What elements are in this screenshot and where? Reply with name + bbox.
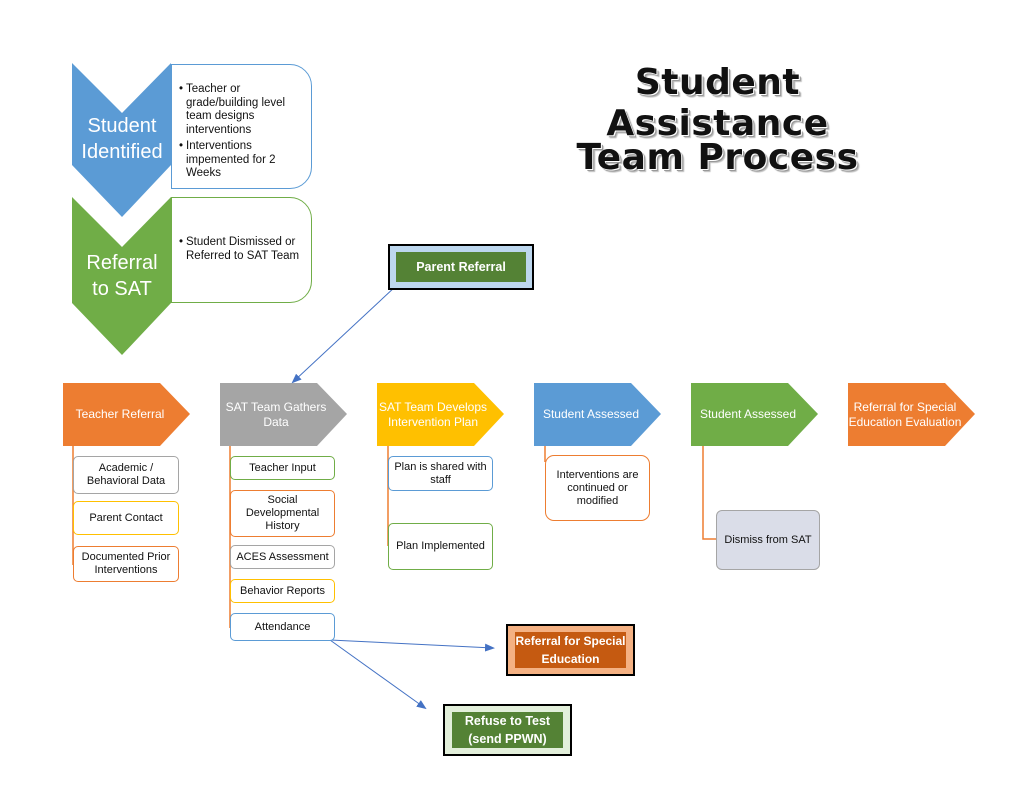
sub-item-plan-implemented: Plan Implemented [388, 523, 493, 570]
referral-to-sat-label-line2: to SAT [92, 278, 152, 300]
referral-to-sat-label-line1: Referral [86, 252, 158, 274]
step-label-teacher-referral: Teacher Referral [75, 407, 165, 421]
sub-item-plan-shared: Plan is shared with staff [388, 456, 493, 491]
step-label-special-ed-evaluation: Referral for Special Education Evaluatio… [848, 399, 962, 429]
refuse-to-test-callout: Refuse to Test (send PPWN) [443, 704, 572, 756]
step-label-develops-plan: SAT Team Develops Intervention Plan [378, 399, 488, 429]
sub-item-dismiss-from-sat: Dismiss from SAT [716, 510, 820, 570]
student-identified-label: Student Identified [72, 113, 172, 165]
attendance-to-refuse-test-arrow [329, 639, 427, 710]
step-label-sat-gathers-data: SAT Team Gathers Data [225, 399, 327, 429]
sub-item-documented-prior-interventions: Documented Prior Interventions [73, 546, 179, 582]
bullet-item: Student Dismissed or Referred to SAT Tea… [179, 236, 311, 263]
sub-item-parent-contact: Parent Contact [73, 501, 179, 535]
step-label-student-assessed-1: Student Assessed [542, 407, 640, 421]
page-title-line-1: Student Assistance [606, 62, 829, 144]
referral-to-sat-details: Student Dismissed or Referred to SAT Tea… [171, 197, 312, 303]
parent-referral-label: Parent Referral [396, 252, 526, 282]
page-title-line-2: Team Process [576, 137, 859, 178]
sub-item-interventions-continued: Interventions are continued or modified [545, 455, 650, 521]
student-identified-label-line2: Identified [81, 141, 163, 163]
referral-special-ed-callout: Referral for Special Education [506, 624, 635, 676]
refuse-to-test-label: Refuse to Test (send PPWN) [452, 712, 563, 748]
referral-special-ed-label: Referral for Special Education [515, 632, 626, 668]
referral-to-sat-label: Referral to SAT [72, 250, 172, 302]
sub-item-aces-assessment: ACES Assessment [230, 545, 335, 569]
parent-referral-arrow [291, 285, 397, 384]
attendance-to-special-ed-arrow [329, 639, 495, 652]
sub-item-behavior-reports: Behavior Reports [230, 579, 335, 603]
bullet-item: Interventions impemented for 2 Weeks [179, 140, 311, 181]
sub-item-academic-behavioral-data: Academic / Behavioral Data [73, 456, 179, 494]
student-identified-label-line1: Student [87, 115, 157, 137]
step-label-student-assessed-2: Student Assessed [699, 407, 797, 421]
sub-item-attendance: Attendance [230, 613, 335, 641]
bullet-item: Teacher or grade/building level team des… [179, 83, 311, 137]
parent-referral-callout: Parent Referral [388, 244, 534, 290]
student-identified-details: Teacher or grade/building level team des… [171, 64, 312, 189]
sub-item-teacher-input: Teacher Input [230, 456, 335, 480]
sub-item-social-developmental-history: Social Developmental History [230, 490, 335, 537]
